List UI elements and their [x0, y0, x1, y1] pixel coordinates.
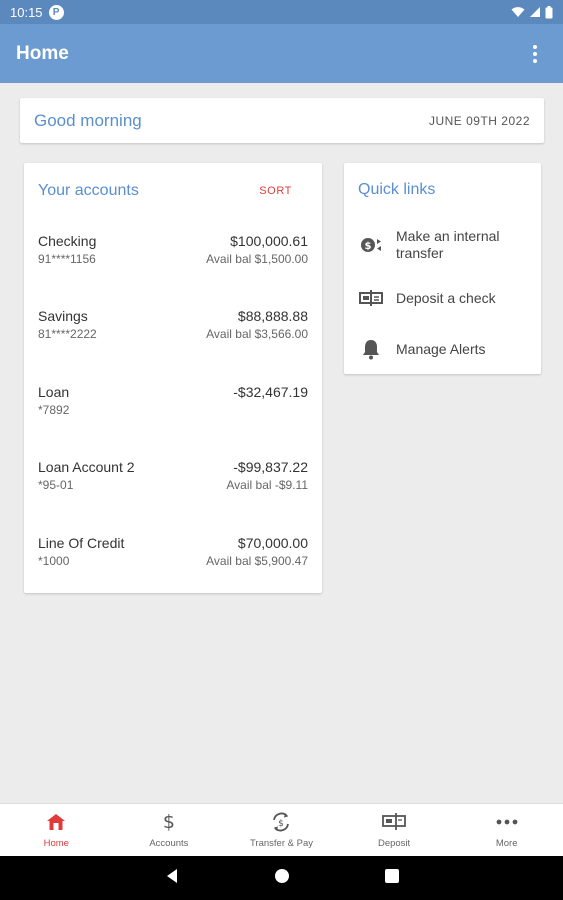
deposit-icon	[382, 811, 406, 833]
account-name: Checking	[38, 233, 97, 249]
nav-label: Transfer & Pay	[249, 838, 313, 849]
account-row-checking[interactable]: Checking 91****1156 $100,000.61 Avail bal …	[24, 219, 322, 294]
account-number: *1000	[38, 553, 70, 568]
transfer-pay-icon: $	[270, 811, 292, 833]
notification-app-icon: P	[48, 4, 64, 20]
account-number: 81****2222	[38, 327, 97, 342]
overflow-menu-icon[interactable]	[523, 42, 547, 66]
bell-icon	[358, 336, 384, 362]
account-row-loan[interactable]: Loan *7892 -$32,467.19	[24, 370, 322, 445]
account-number: *95-01	[38, 478, 74, 493]
recents-icon[interactable]	[384, 868, 399, 888]
account-balance: -$99,837.22	[233, 459, 308, 476]
nav-label: More	[495, 838, 518, 849]
account-available-balance: Avail bal $1,500.00	[206, 252, 308, 266]
account-row-loan-account-2[interactable]: Loan Account 2 *95-01 -$99,837.22 Avail ba…	[24, 445, 322, 520]
accounts-title: Your accounts	[38, 182, 139, 199]
account-number: *7892	[38, 402, 70, 417]
nav-more[interactable]: More	[450, 804, 563, 856]
account-name: Line Of Credit	[38, 534, 125, 551]
account-name: Loan Account 2	[38, 459, 135, 476]
app-bar: Home	[0, 24, 563, 83]
system-navigation-bar	[0, 856, 563, 900]
back-icon[interactable]	[165, 868, 179, 889]
nav-label: Deposit	[377, 838, 411, 849]
nav-deposit[interactable]: Deposit	[338, 804, 451, 856]
quick-link-deposit-check[interactable]: Deposit a check	[344, 273, 541, 323]
dollar-icon: $	[162, 811, 175, 833]
current-date: JUNE 09TH 2022	[428, 113, 530, 128]
page-title: Home	[16, 42, 69, 64]
home-circle-icon[interactable]	[274, 868, 290, 889]
svg-text:$: $	[279, 819, 285, 829]
account-name: Savings	[38, 308, 88, 325]
quick-link-label: Deposit a check	[396, 289, 496, 306]
quick-link-label: Manage Alerts	[396, 340, 486, 357]
account-name: Loan	[38, 383, 70, 400]
status-time: 10:15	[10, 4, 43, 20]
account-available-balance: Avail bal $3,566.00	[206, 327, 308, 342]
account-balance: -$32,467.19	[233, 383, 308, 400]
account-row-line-of-credit[interactable]: Line Of Credit *1000 $70,000.00 Avail bal …	[24, 521, 322, 596]
account-balance: $100,000.61	[230, 233, 308, 249]
bottom-navigation: Home $ Accounts $ Transfer & Pay Deposit…	[0, 803, 563, 856]
more-icon	[496, 811, 518, 833]
status-icons	[511, 5, 553, 19]
nav-label: Home	[43, 838, 69, 849]
status-bar: 10:15 P	[0, 0, 563, 24]
quick-links-header: Quick links	[344, 163, 541, 217]
nav-label: Accounts	[149, 838, 189, 849]
quick-links-title: Quick links	[358, 181, 436, 198]
account-row-savings[interactable]: Savings 81****2222 $88,888.88 Avail bal $3…	[24, 294, 322, 369]
accounts-card: Your accounts SORT Checking 91****1156 $1…	[24, 163, 322, 593]
nav-home[interactable]: Home	[0, 804, 113, 856]
greeting-text: Good morning	[34, 110, 142, 130]
account-number: 91****1156	[38, 252, 96, 266]
account-balance: $70,000.00	[237, 534, 308, 551]
nav-transfer-pay[interactable]: $ Transfer & Pay	[225, 804, 338, 856]
account-available-balance: Avail bal -$9.11	[226, 478, 308, 493]
account-balance: $88,888.88	[237, 308, 308, 325]
signal-icon	[530, 7, 540, 17]
transfer-icon: $	[358, 232, 384, 258]
accounts-header: Your accounts SORT	[24, 163, 322, 219]
quick-link-label: Make an internal transfer	[396, 228, 500, 261]
account-available-balance: Avail bal $5,900.47	[206, 553, 308, 568]
battery-icon	[545, 5, 553, 18]
quick-links-card: Quick links $ Make an internal transfer …	[344, 163, 541, 374]
sort-button[interactable]: SORT	[259, 185, 292, 197]
quick-link-internal-transfer[interactable]: $ Make an internal transfer	[344, 217, 541, 273]
quick-link-manage-alerts[interactable]: Manage Alerts	[344, 323, 541, 375]
greeting-card: Good morning JUNE 09TH 2022	[20, 98, 544, 143]
nav-accounts[interactable]: $ Accounts	[113, 804, 226, 856]
wifi-icon	[511, 7, 525, 17]
check-icon	[358, 285, 384, 311]
home-icon	[46, 811, 66, 833]
svg-text:$: $	[365, 241, 372, 252]
